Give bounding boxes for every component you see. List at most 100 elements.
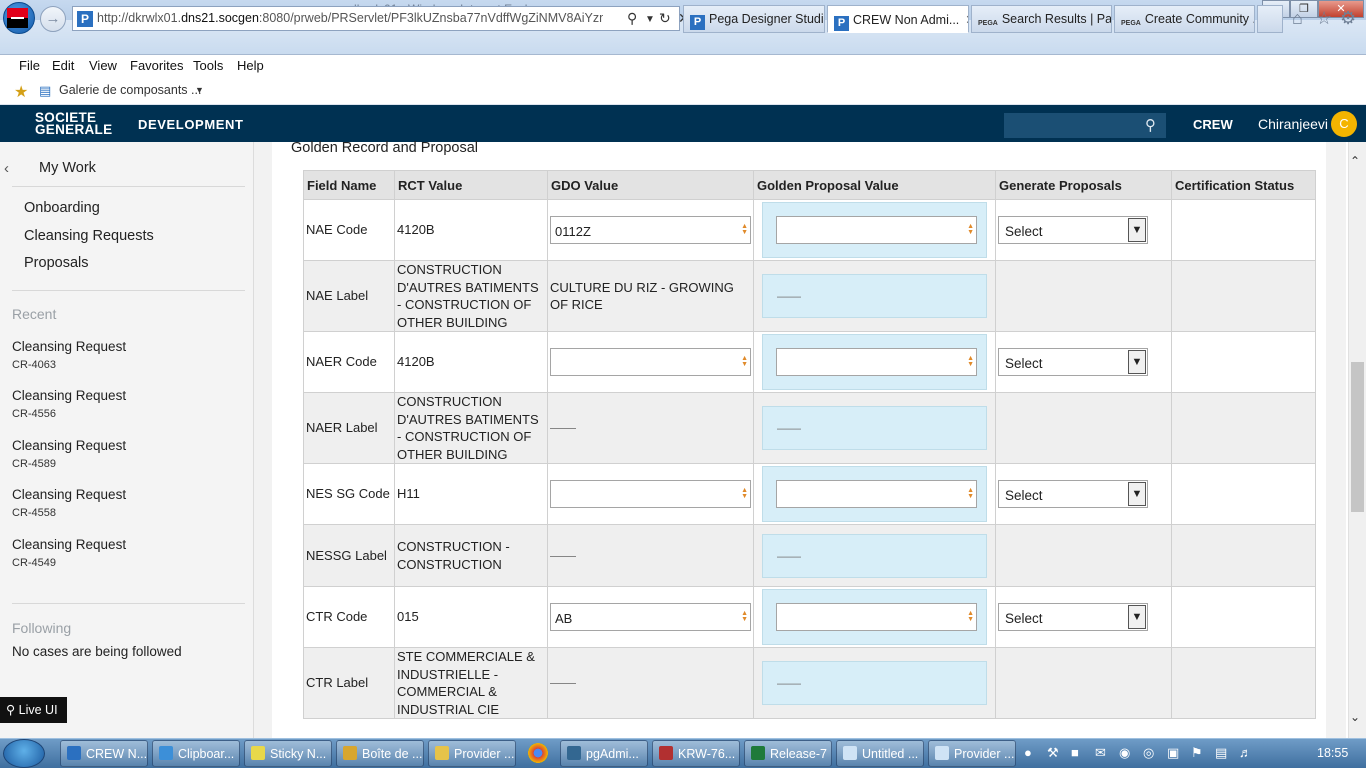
clock[interactable]: 18:55 (1317, 746, 1348, 760)
spinner-icon[interactable]: ▲ ▼ (967, 223, 974, 236)
gdo-value-input[interactable]: 0112Z ▲ ▼ (550, 216, 751, 244)
spinner-icon[interactable]: ▲ ▼ (967, 487, 974, 500)
recent-item-id[interactable]: CR-4558 (12, 507, 56, 519)
user-name[interactable]: Chiranjeevi (1258, 116, 1328, 132)
generate-proposals-select[interactable]: Select ▼ (998, 348, 1148, 376)
taskbar-item[interactable]: Provider ... (928, 740, 1016, 767)
generate-proposals-select[interactable]: Select ▼ (998, 480, 1148, 508)
chevron-down-icon[interactable]: ▼ (1128, 350, 1146, 374)
taskbar-item[interactable]: CREW N... (60, 740, 148, 767)
chrome-icon[interactable] (528, 743, 548, 763)
tab-search-results[interactable]: PEGASearch Results | Pag... (971, 5, 1112, 33)
settings-gear-icon[interactable]: ⚙ (1340, 8, 1356, 29)
favorites-item[interactable]: Galerie de composants ... (59, 83, 201, 97)
tab-crew-non-admin[interactable]: PCREW Non Admi...✕ (827, 5, 969, 33)
pega-logo-icon: PEGA (978, 20, 998, 27)
certification-status (1171, 524, 1316, 587)
taskbar-item[interactable]: Untitled ... (836, 740, 924, 767)
favorites-star-icon[interactable]: ☆ (1316, 8, 1332, 29)
chevron-down-icon[interactable]: ▼ (1128, 218, 1146, 242)
network-icon[interactable]: ▤ (1215, 745, 1227, 761)
gdo-value-input[interactable]: ▲ ▼ (550, 348, 751, 376)
chat-icon[interactable]: ✉ (1095, 745, 1106, 761)
tools-icon[interactable]: ⚒ (1047, 745, 1059, 761)
spinner-icon[interactable]: ▲ ▼ (967, 355, 974, 368)
generate-proposals-select[interactable]: Select ▼ (998, 603, 1148, 631)
menu-help[interactable]: Help (237, 58, 264, 73)
flag-icon[interactable]: ⚑ (1191, 745, 1203, 761)
generate-proposals-select[interactable]: Select ▼ (998, 216, 1148, 244)
scrollbar-thumb[interactable] (1351, 362, 1364, 512)
skype-icon[interactable]: ● (1024, 745, 1032, 760)
golden-proposal-input[interactable]: ▲ ▼ (776, 603, 977, 631)
chevron-down-icon[interactable]: ▼ (1128, 605, 1146, 629)
table-row: NAE Code 4120B 0112Z ▲ ▼ ▲ ▼ Select ▼ (303, 199, 1316, 261)
app-search-input[interactable] (1004, 113, 1166, 138)
taskbar-item[interactable]: Release-7 (744, 740, 832, 767)
gdo-value-input[interactable]: ▲ ▼ (550, 480, 751, 508)
search-icon[interactable]: ⚲ (1145, 116, 1156, 134)
tab-create-community[interactable]: PEGA Create Community ... (1114, 5, 1255, 33)
address-bar[interactable]: P http://dkrwlx01.dns21.socgen:8080/prwe… (72, 6, 690, 31)
tray-app-icon[interactable]: ■ (1071, 745, 1079, 760)
sidebar-item-onboarding[interactable]: Onboarding (24, 200, 100, 216)
favorites-star-icon[interactable]: ★ (14, 82, 28, 102)
gdo-value-input[interactable]: AB ▲ ▼ (550, 603, 751, 631)
tray-app-icon[interactable]: ◎ (1143, 745, 1154, 761)
recent-item-title[interactable]: Cleansing Request (12, 438, 126, 453)
menu-tools[interactable]: Tools (193, 58, 223, 73)
sidebar-item-proposals[interactable]: Proposals (24, 255, 88, 271)
golden-proposal-input[interactable]: ▲ ▼ (776, 480, 977, 508)
taskbar-item[interactable]: Sticky N... (244, 740, 332, 767)
spinner-icon[interactable]: ▲ ▼ (741, 610, 748, 623)
scroll-down-icon[interactable]: ⌄ (1350, 710, 1360, 724)
menu-file[interactable]: File (19, 58, 40, 73)
golden-proposal-input[interactable]: ▲ ▼ (776, 216, 977, 244)
taskbar-item[interactable]: pgAdmi... (560, 740, 648, 767)
taskbar-item[interactable]: KRW-76... (652, 740, 740, 767)
recent-item-title[interactable]: Cleansing Request (12, 487, 126, 502)
search-icon[interactable]: ⚲ (627, 10, 637, 27)
tab-pega-designer-studio[interactable]: P Pega Designer Studio (683, 5, 825, 33)
new-tab-button[interactable] (1257, 5, 1283, 33)
recent-item-id[interactable]: CR-4556 (12, 408, 56, 420)
menu-edit[interactable]: Edit (52, 58, 74, 73)
volume-icon[interactable]: ♬ (1239, 745, 1252, 760)
recent-item-title[interactable]: Cleansing Request (12, 388, 126, 403)
home-icon[interactable]: ⌂ (1292, 8, 1303, 29)
clipboard-icon (159, 746, 173, 760)
folder-icon (435, 746, 449, 760)
sidebar-my-work[interactable]: My Work (39, 160, 96, 176)
taskbar-item[interactable]: Clipboar... (152, 740, 240, 767)
windows-start-icon[interactable] (3, 739, 45, 768)
recent-item-title[interactable]: Cleansing Request (12, 339, 126, 354)
dropdown-icon[interactable]: ▼ (645, 14, 655, 25)
recent-item-title[interactable]: Cleansing Request (12, 537, 126, 552)
refresh-icon[interactable]: ↻ (659, 10, 671, 27)
tray-app-icon[interactable]: ◉ (1119, 745, 1130, 761)
scroll-up-icon[interactable]: ⌃ (1350, 154, 1360, 168)
app-name[interactable]: CREW (1193, 117, 1233, 132)
certification-status (1171, 463, 1316, 525)
spinner-icon[interactable]: ▲ ▼ (741, 223, 748, 236)
recent-item-id[interactable]: CR-4589 (12, 458, 56, 470)
sidebar-item-cleansing-requests[interactable]: Cleansing Requests (24, 228, 154, 244)
spinner-icon[interactable]: ▲ ▼ (741, 487, 748, 500)
recent-item-id[interactable]: CR-4063 (12, 359, 56, 371)
tray-app-icon[interactable]: ▣ (1167, 745, 1179, 761)
chevron-down-icon[interactable]: ▼ (1128, 482, 1146, 506)
recent-item-id[interactable]: CR-4549 (12, 557, 56, 569)
taskbar-item[interactable]: Boîte de ... (336, 740, 424, 767)
menu-favorites[interactable]: Favorites (130, 58, 183, 73)
spinner-icon[interactable]: ▲ ▼ (741, 355, 748, 368)
chevron-left-icon[interactable]: ‹ (4, 160, 9, 177)
live-ui-button[interactable]: ⚲ Live UI (0, 697, 67, 723)
avatar[interactable]: C (1331, 111, 1357, 137)
golden-proposal-input[interactable]: ▲ ▼ (776, 348, 977, 376)
spinner-icon[interactable]: ▲ ▼ (967, 610, 974, 623)
dropdown-arrow-icon[interactable]: ▼ (195, 85, 204, 95)
taskbar-item[interactable]: Provider ... (428, 740, 516, 767)
menu-view[interactable]: View (89, 58, 117, 73)
close-tab-icon[interactable]: ✕ (965, 13, 968, 27)
forward-button[interactable]: → (40, 6, 66, 32)
